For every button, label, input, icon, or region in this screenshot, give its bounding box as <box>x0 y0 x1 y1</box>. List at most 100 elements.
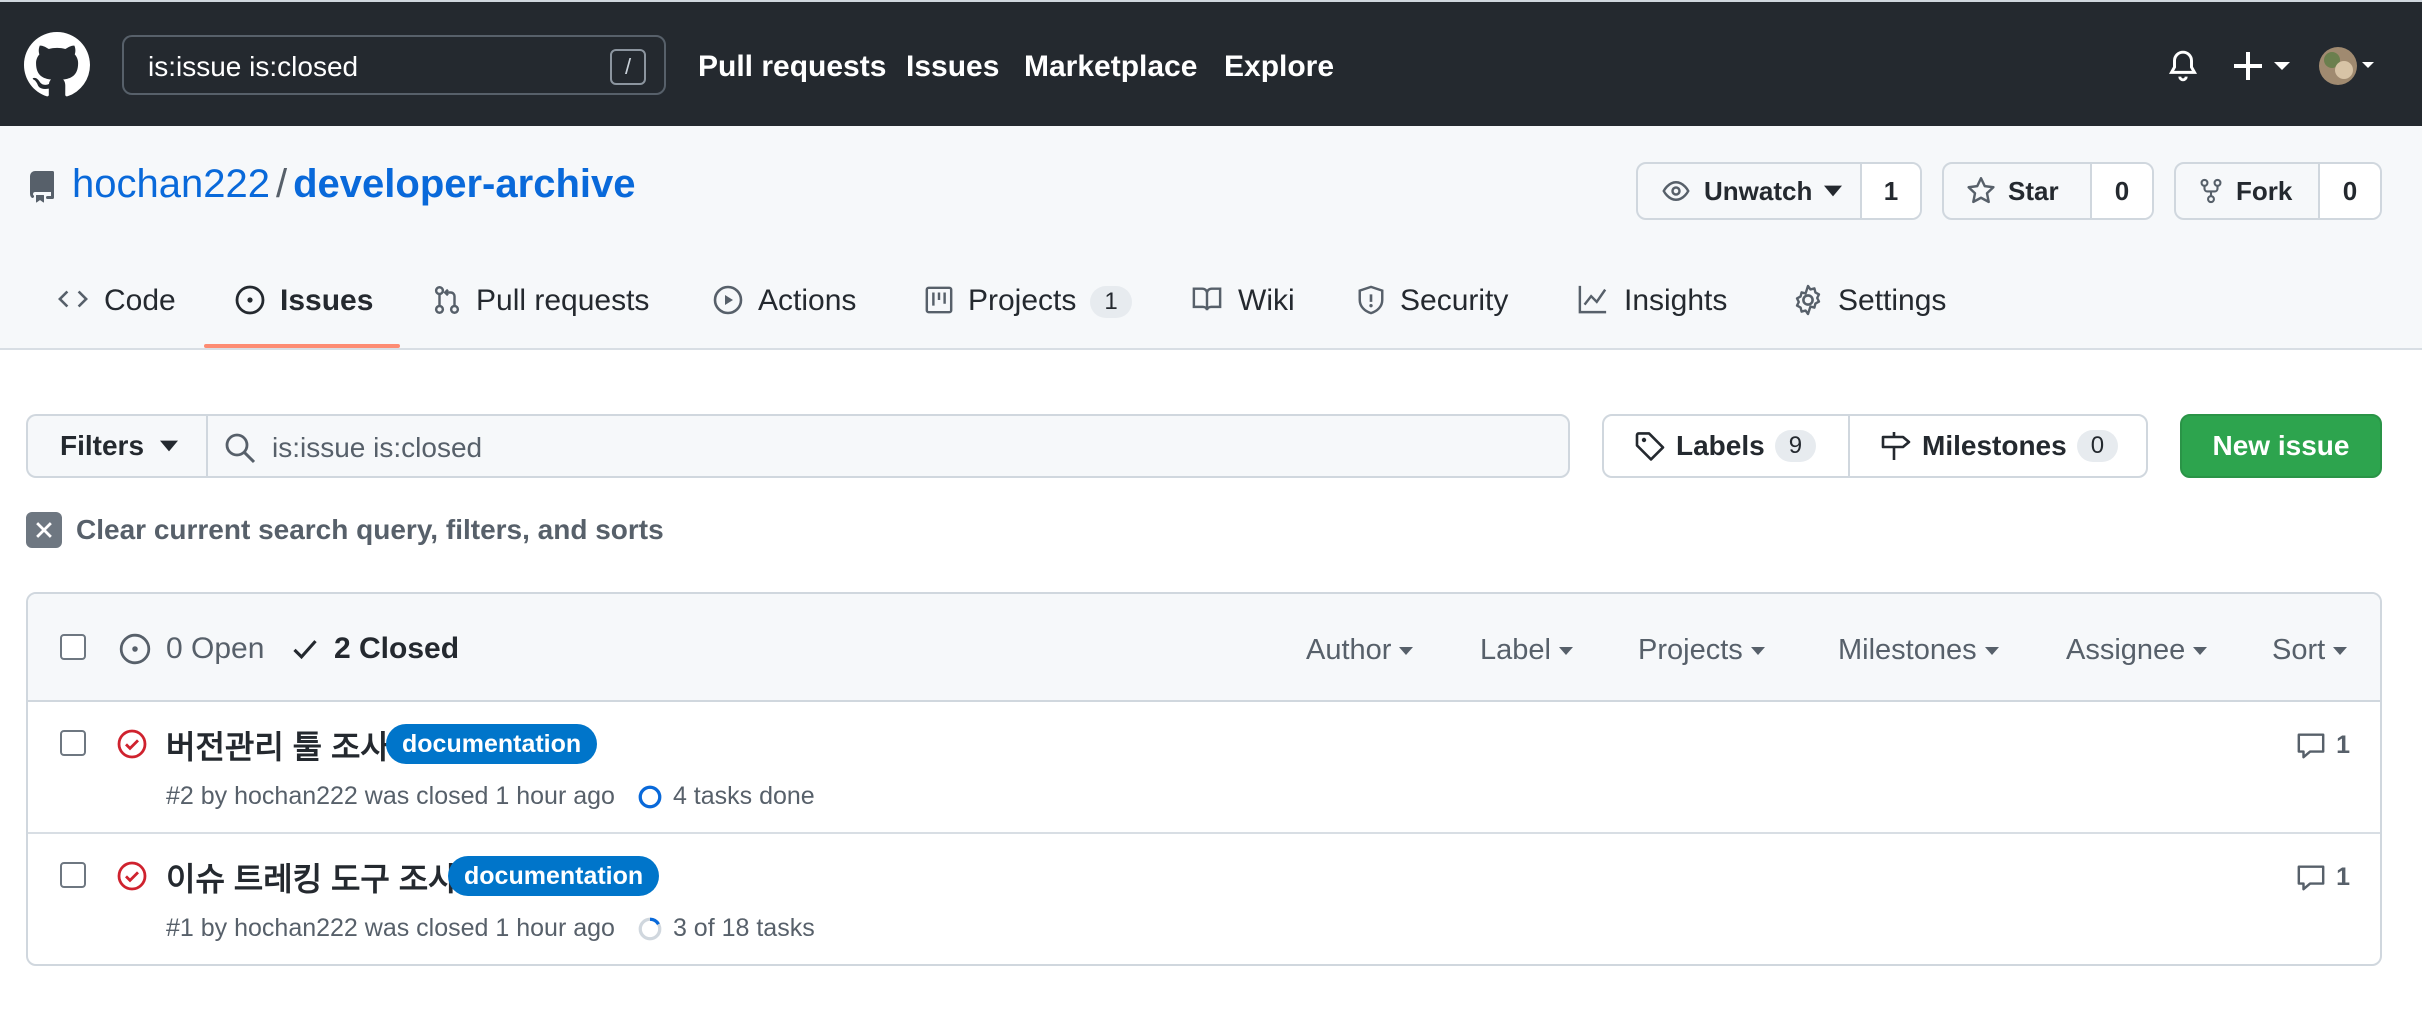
issue-title-link[interactable]: 이슈 트레킹 도구 조사 <box>166 854 458 900</box>
filters-dropdown-button[interactable]: Filters <box>26 414 208 478</box>
check-icon <box>290 635 320 663</box>
unwatch-button[interactable]: Unwatch <box>1638 164 1860 218</box>
play-icon <box>712 284 744 316</box>
nav-issues[interactable]: Issues <box>906 50 999 84</box>
chevron-down-icon <box>2193 647 2208 656</box>
issue-label-documentation[interactable]: documentation <box>448 856 660 896</box>
comments-count: 1 <box>2336 862 2350 891</box>
sort-filter[interactable]: Sort <box>2272 634 2348 667</box>
issue-search-input[interactable]: is:issue is:closed <box>206 414 1570 478</box>
assignee-filter[interactable]: Assignee <box>2066 634 2208 667</box>
issue-label-documentation[interactable]: documentation <box>386 724 598 764</box>
projects-count-badge: 1 <box>1090 286 1132 318</box>
fork-button[interactable]: Fork <box>2176 164 2318 218</box>
tab-insights[interactable]: Insights <box>1576 276 1727 350</box>
project-board-icon <box>924 284 954 316</box>
active-tab-underline <box>204 344 400 348</box>
tab-actions[interactable]: Actions <box>712 276 856 350</box>
repo-name-link[interactable]: developer-archive <box>293 162 635 206</box>
milestones-filter-label: Milestones <box>1838 634 1977 666</box>
tab-actions-label: Actions <box>758 284 857 317</box>
repo-title: hochan222/developer-archive <box>72 162 635 207</box>
comments-link[interactable]: 1 <box>2296 862 2350 892</box>
repository-header: hochan222/developer-archive Unwatch 1 St… <box>0 126 2422 350</box>
issue-checkbox[interactable] <box>60 730 86 756</box>
user-avatar[interactable] <box>2318 46 2380 86</box>
issues-list: 0 Open 2 Closed Author Label Projects Mi… <box>26 592 2382 966</box>
fork-label: Fork <box>2236 175 2293 206</box>
tab-projects[interactable]: Projects 1 <box>924 276 1132 350</box>
star-label: Star <box>2008 175 2059 206</box>
watch-button-group: Unwatch 1 <box>1636 162 1922 220</box>
tag-icon <box>1634 430 1666 462</box>
fork-button-group: Fork 0 <box>2174 162 2382 220</box>
clear-filters-label: Clear current search query, filters, and… <box>76 514 664 545</box>
issue-row[interactable]: 이슈 트레킹 도구 조사 documentation #1 by hochan2… <box>28 832 2380 962</box>
tab-security[interactable]: Security <box>1356 276 1508 350</box>
milestones-filter[interactable]: Milestones <box>1838 634 1999 667</box>
tab-issues[interactable]: Issues <box>234 276 373 350</box>
tab-settings-label: Settings <box>1838 284 1947 317</box>
repo-title-separator: / <box>275 162 288 206</box>
eye-icon <box>1660 177 1692 205</box>
issue-opened-icon <box>234 284 266 316</box>
projects-filter[interactable]: Projects <box>1638 634 1765 667</box>
clear-filters-link[interactable]: Clear current search query, filters, and… <box>26 512 664 548</box>
select-all-checkbox[interactable] <box>60 634 86 660</box>
repo-owner-link[interactable]: hochan222 <box>72 162 270 206</box>
author-filter[interactable]: Author <box>1306 634 1414 667</box>
global-search-input[interactable]: is:issue is:closed / <box>122 35 666 95</box>
closed-issues-filter[interactable]: 2 Closed <box>290 632 459 666</box>
comments-count: 1 <box>2336 730 2350 759</box>
labels-label: Labels <box>1676 430 1765 461</box>
tab-pull-requests-label: Pull requests <box>476 284 650 317</box>
issue-checkbox[interactable] <box>60 862 86 888</box>
milestones-button[interactable]: Milestones 0 <box>1848 416 2146 476</box>
tab-code[interactable]: Code <box>56 276 176 350</box>
open-issues-filter[interactable]: 0 Open <box>118 632 264 666</box>
nav-explore[interactable]: Explore <box>1224 50 1334 84</box>
chevron-down-icon <box>1558 647 1573 656</box>
global-search-value: is:issue is:closed <box>148 51 359 82</box>
labels-button[interactable]: Labels 9 <box>1604 416 1848 476</box>
issue-title-link[interactable]: 버전관리 툴 조사 <box>166 722 390 768</box>
task-progress-ring-icon <box>638 785 662 808</box>
github-logo-icon[interactable] <box>24 32 90 98</box>
issue-search-value: is:issue is:closed <box>272 432 483 463</box>
forks-count[interactable]: 0 <box>2318 164 2380 218</box>
watchers-count[interactable]: 1 <box>1860 164 1920 218</box>
labels-milestones-group: Labels 9 Milestones 0 <box>1602 414 2148 478</box>
issue-opened-icon <box>118 632 152 666</box>
author-filter-label: Author <box>1306 634 1392 666</box>
labels-count-badge: 9 <box>1774 430 1817 462</box>
open-count-label: 0 Open <box>166 632 265 665</box>
task-progress-label: 4 tasks done <box>672 782 815 810</box>
stargazers-count[interactable]: 0 <box>2090 164 2152 218</box>
comment-icon <box>2296 862 2326 892</box>
new-issue-button[interactable]: New issue <box>2180 414 2382 478</box>
chevron-down-icon <box>2333 647 2348 656</box>
create-new-plus-icon[interactable] <box>2232 50 2292 82</box>
chevron-down-icon <box>1750 647 1765 656</box>
tab-insights-label: Insights <box>1624 284 1728 317</box>
issue-meta: #1 by hochan222 was closed 1 hour ago <box>166 914 615 942</box>
comments-link[interactable]: 1 <box>2296 730 2350 760</box>
issue-row[interactable]: 버전관리 툴 조사 documentation #2 by hochan222 … <box>28 702 2380 832</box>
label-filter[interactable]: Label <box>1480 634 1573 667</box>
tab-wiki[interactable]: Wiki <box>1190 276 1295 350</box>
shield-icon <box>1356 284 1386 316</box>
nav-pull-requests[interactable]: Pull requests <box>698 50 886 84</box>
bell-icon[interactable] <box>2166 48 2200 84</box>
code-icon <box>56 284 90 314</box>
tab-settings[interactable]: Settings <box>1792 276 1946 350</box>
task-progress-label: 3 of 18 tasks <box>672 914 815 942</box>
star-button[interactable]: Star <box>1944 164 2090 218</box>
sort-filter-label: Sort <box>2272 634 2326 666</box>
star-button-group: Star 0 <box>1942 162 2154 220</box>
task-progress-ring-icon <box>638 917 662 940</box>
book-icon <box>1190 284 1224 314</box>
chevron-down-icon <box>1824 185 1843 197</box>
nav-marketplace[interactable]: Marketplace <box>1024 50 1197 84</box>
tab-pull-requests[interactable]: Pull requests <box>432 276 649 350</box>
milestones-count-badge: 0 <box>2076 430 2119 462</box>
